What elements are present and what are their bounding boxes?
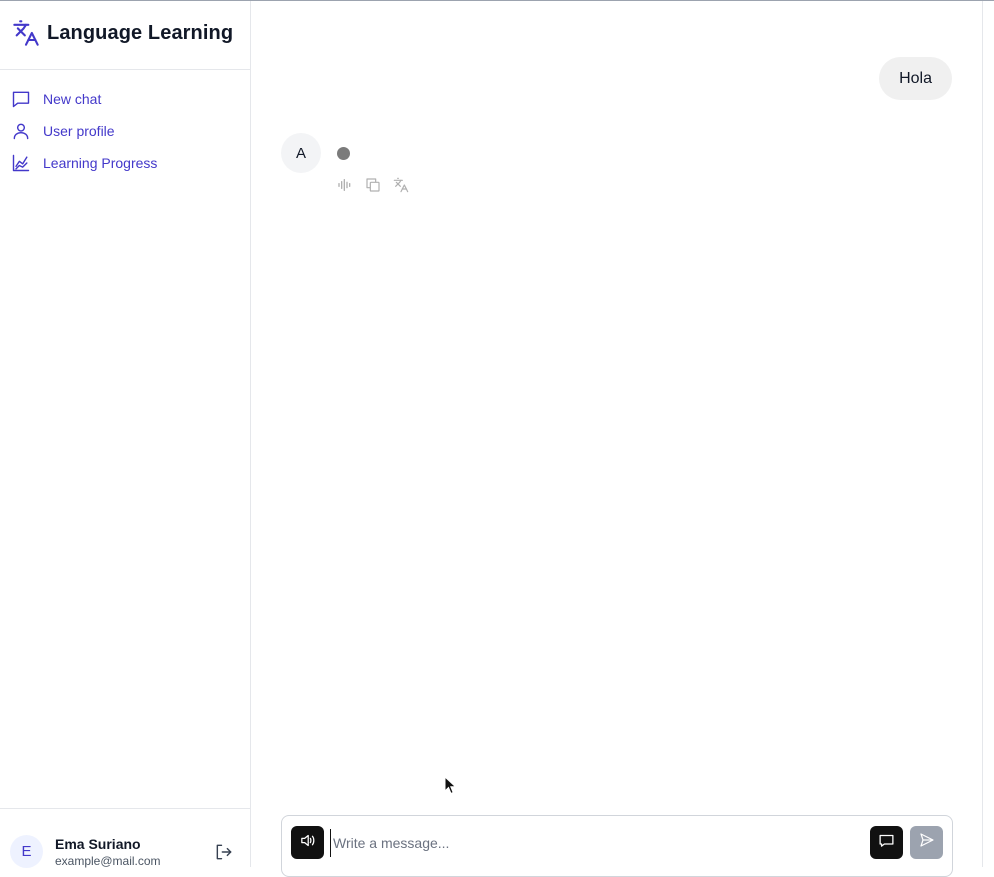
sidebar-item-label: New chat [43,91,102,107]
user-message: Hola [879,57,952,100]
sidebar-item-new-chat[interactable]: New chat [10,83,240,115]
translate-icon [12,19,40,47]
message-composer [281,815,953,877]
message-actions [335,175,419,195]
sidebar-item-label: Learning Progress [43,155,158,171]
chat-bubble-icon [10,88,32,110]
right-border [982,1,983,867]
brand: Language Learning [12,18,233,48]
sidebar-divider [0,69,250,70]
chat-mode-button[interactable] [870,826,903,859]
copy-icon[interactable] [363,175,383,195]
user-name: Ema Suriano [55,836,141,852]
translate-icon[interactable] [391,175,411,195]
speaker-icon [299,832,316,854]
mouse-cursor-icon [444,776,457,795]
logout-icon[interactable] [214,842,236,864]
chart-line-icon [10,152,32,174]
user-divider [0,808,250,809]
chat-area: Hola A [251,1,982,877]
speaker-button[interactable] [291,826,324,859]
sidebar-nav: New chat User profile Learning Progress [10,83,240,179]
send-button[interactable] [910,826,943,859]
sidebar-item-learning-progress[interactable]: Learning Progress [10,147,240,179]
app-title: Language Learning [47,21,234,44]
audio-waveform-icon[interactable] [335,175,355,195]
sidebar-item-label: User profile [43,123,115,139]
send-icon [919,832,935,853]
sidebar-item-user-profile[interactable]: User profile [10,115,240,147]
chat-bubble-icon [878,832,895,854]
user-icon [10,120,32,142]
user-panel: E Ema Suriano example@mail.com [10,835,240,869]
assistant-avatar: A [281,133,321,173]
message-input[interactable] [330,829,855,857]
typing-indicator [337,147,350,160]
user-email: example@mail.com [55,854,161,868]
avatar: E [10,835,43,868]
sidebar: Language Learning New chat User profile [0,1,251,869]
